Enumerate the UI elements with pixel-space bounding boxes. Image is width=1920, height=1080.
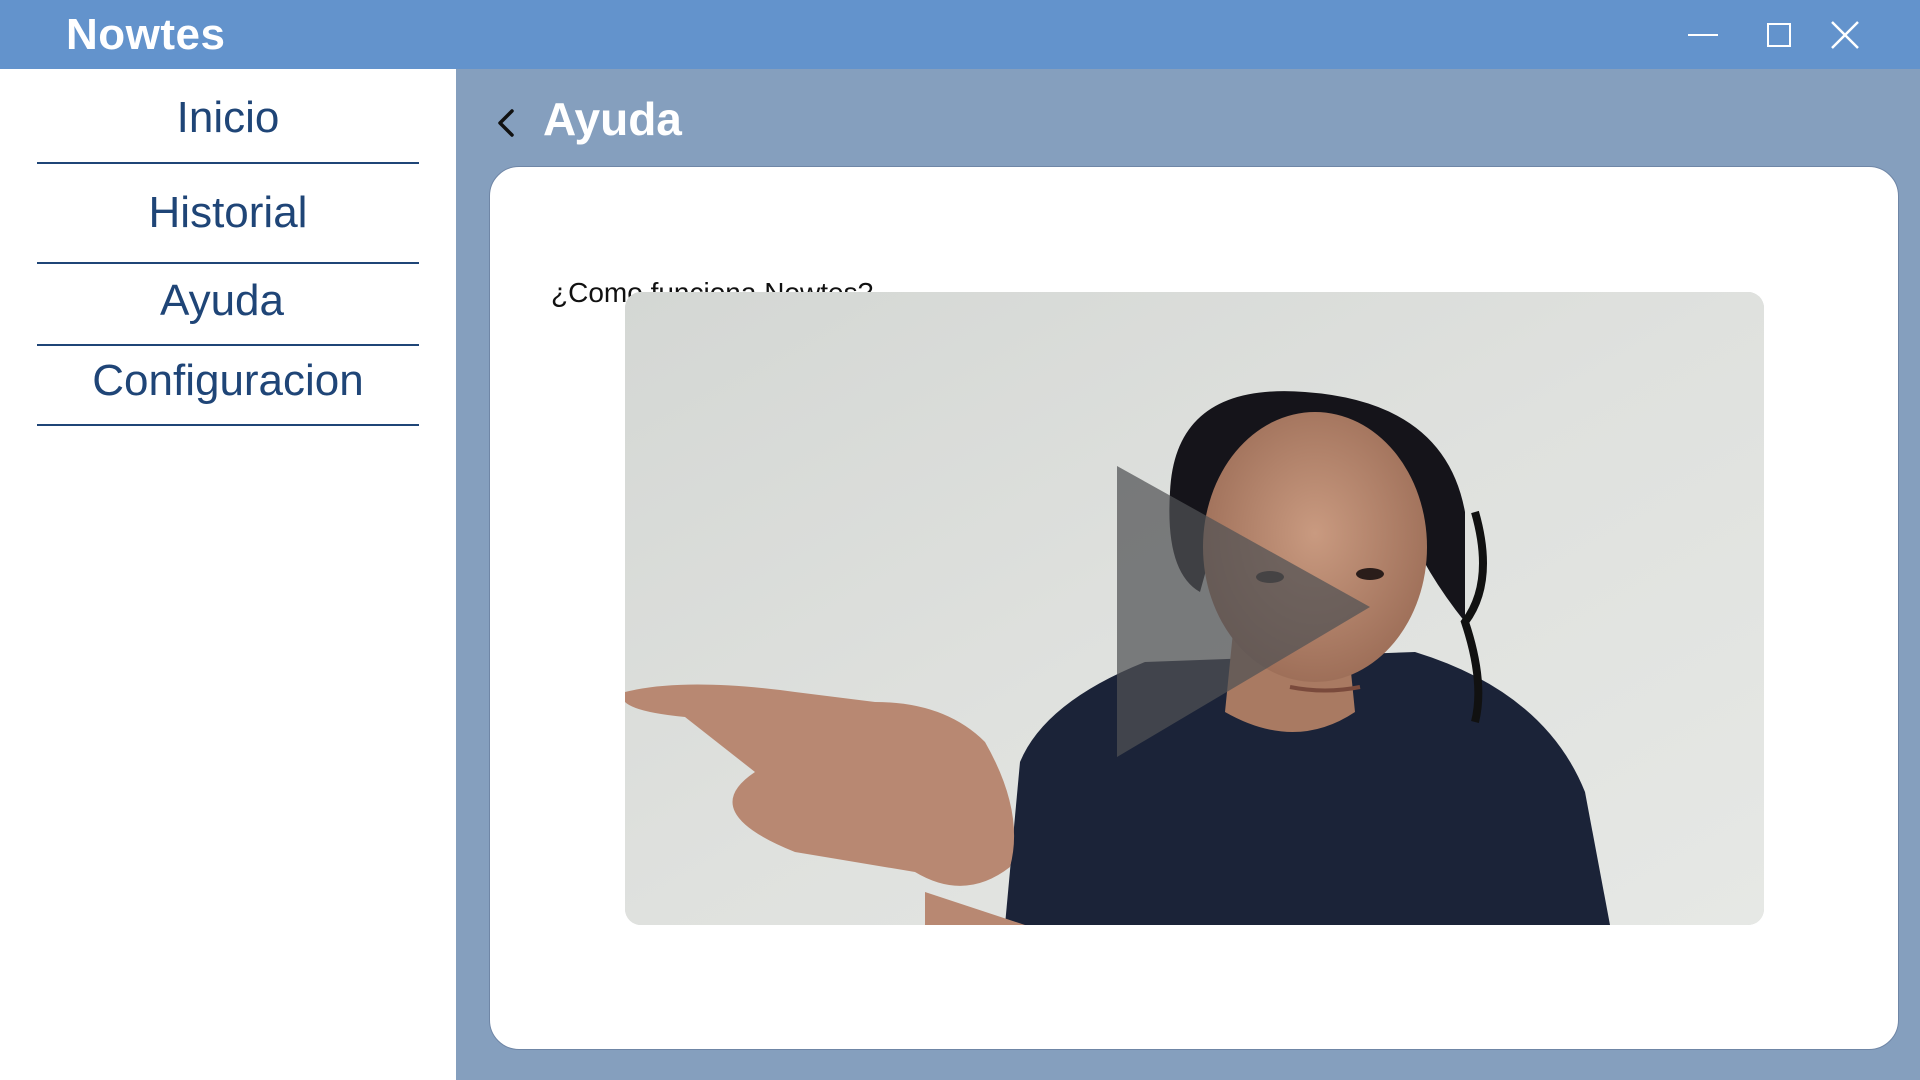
page-title: Ayuda xyxy=(543,93,682,145)
maximize-button[interactable] xyxy=(1754,10,1804,60)
minimize-button[interactable] xyxy=(1678,10,1728,60)
minimize-icon xyxy=(1688,34,1718,36)
sidebar-divider xyxy=(37,262,419,264)
sidebar-item-ayuda[interactable]: Ayuda xyxy=(37,276,407,326)
sidebar-item-inicio[interactable]: Inicio xyxy=(37,93,419,143)
sidebar: Inicio Historial Ayuda Configuracion xyxy=(0,69,456,1080)
sidebar-item-configuracion[interactable]: Configuracion xyxy=(37,356,419,406)
chevron-left-icon xyxy=(498,109,514,137)
app-title: Nowtes xyxy=(66,10,226,59)
back-button[interactable] xyxy=(488,103,528,143)
close-icon xyxy=(1831,21,1859,49)
maximize-icon xyxy=(1767,23,1791,47)
title-bar: Nowtes xyxy=(0,0,1920,69)
sidebar-item-historial[interactable]: Historial xyxy=(37,188,419,238)
close-button[interactable] xyxy=(1820,10,1870,60)
sidebar-divider xyxy=(37,424,419,426)
sidebar-divider xyxy=(37,344,419,346)
video-player[interactable] xyxy=(625,292,1764,925)
sidebar-divider xyxy=(37,162,419,164)
video-thumbnail xyxy=(625,292,1764,925)
